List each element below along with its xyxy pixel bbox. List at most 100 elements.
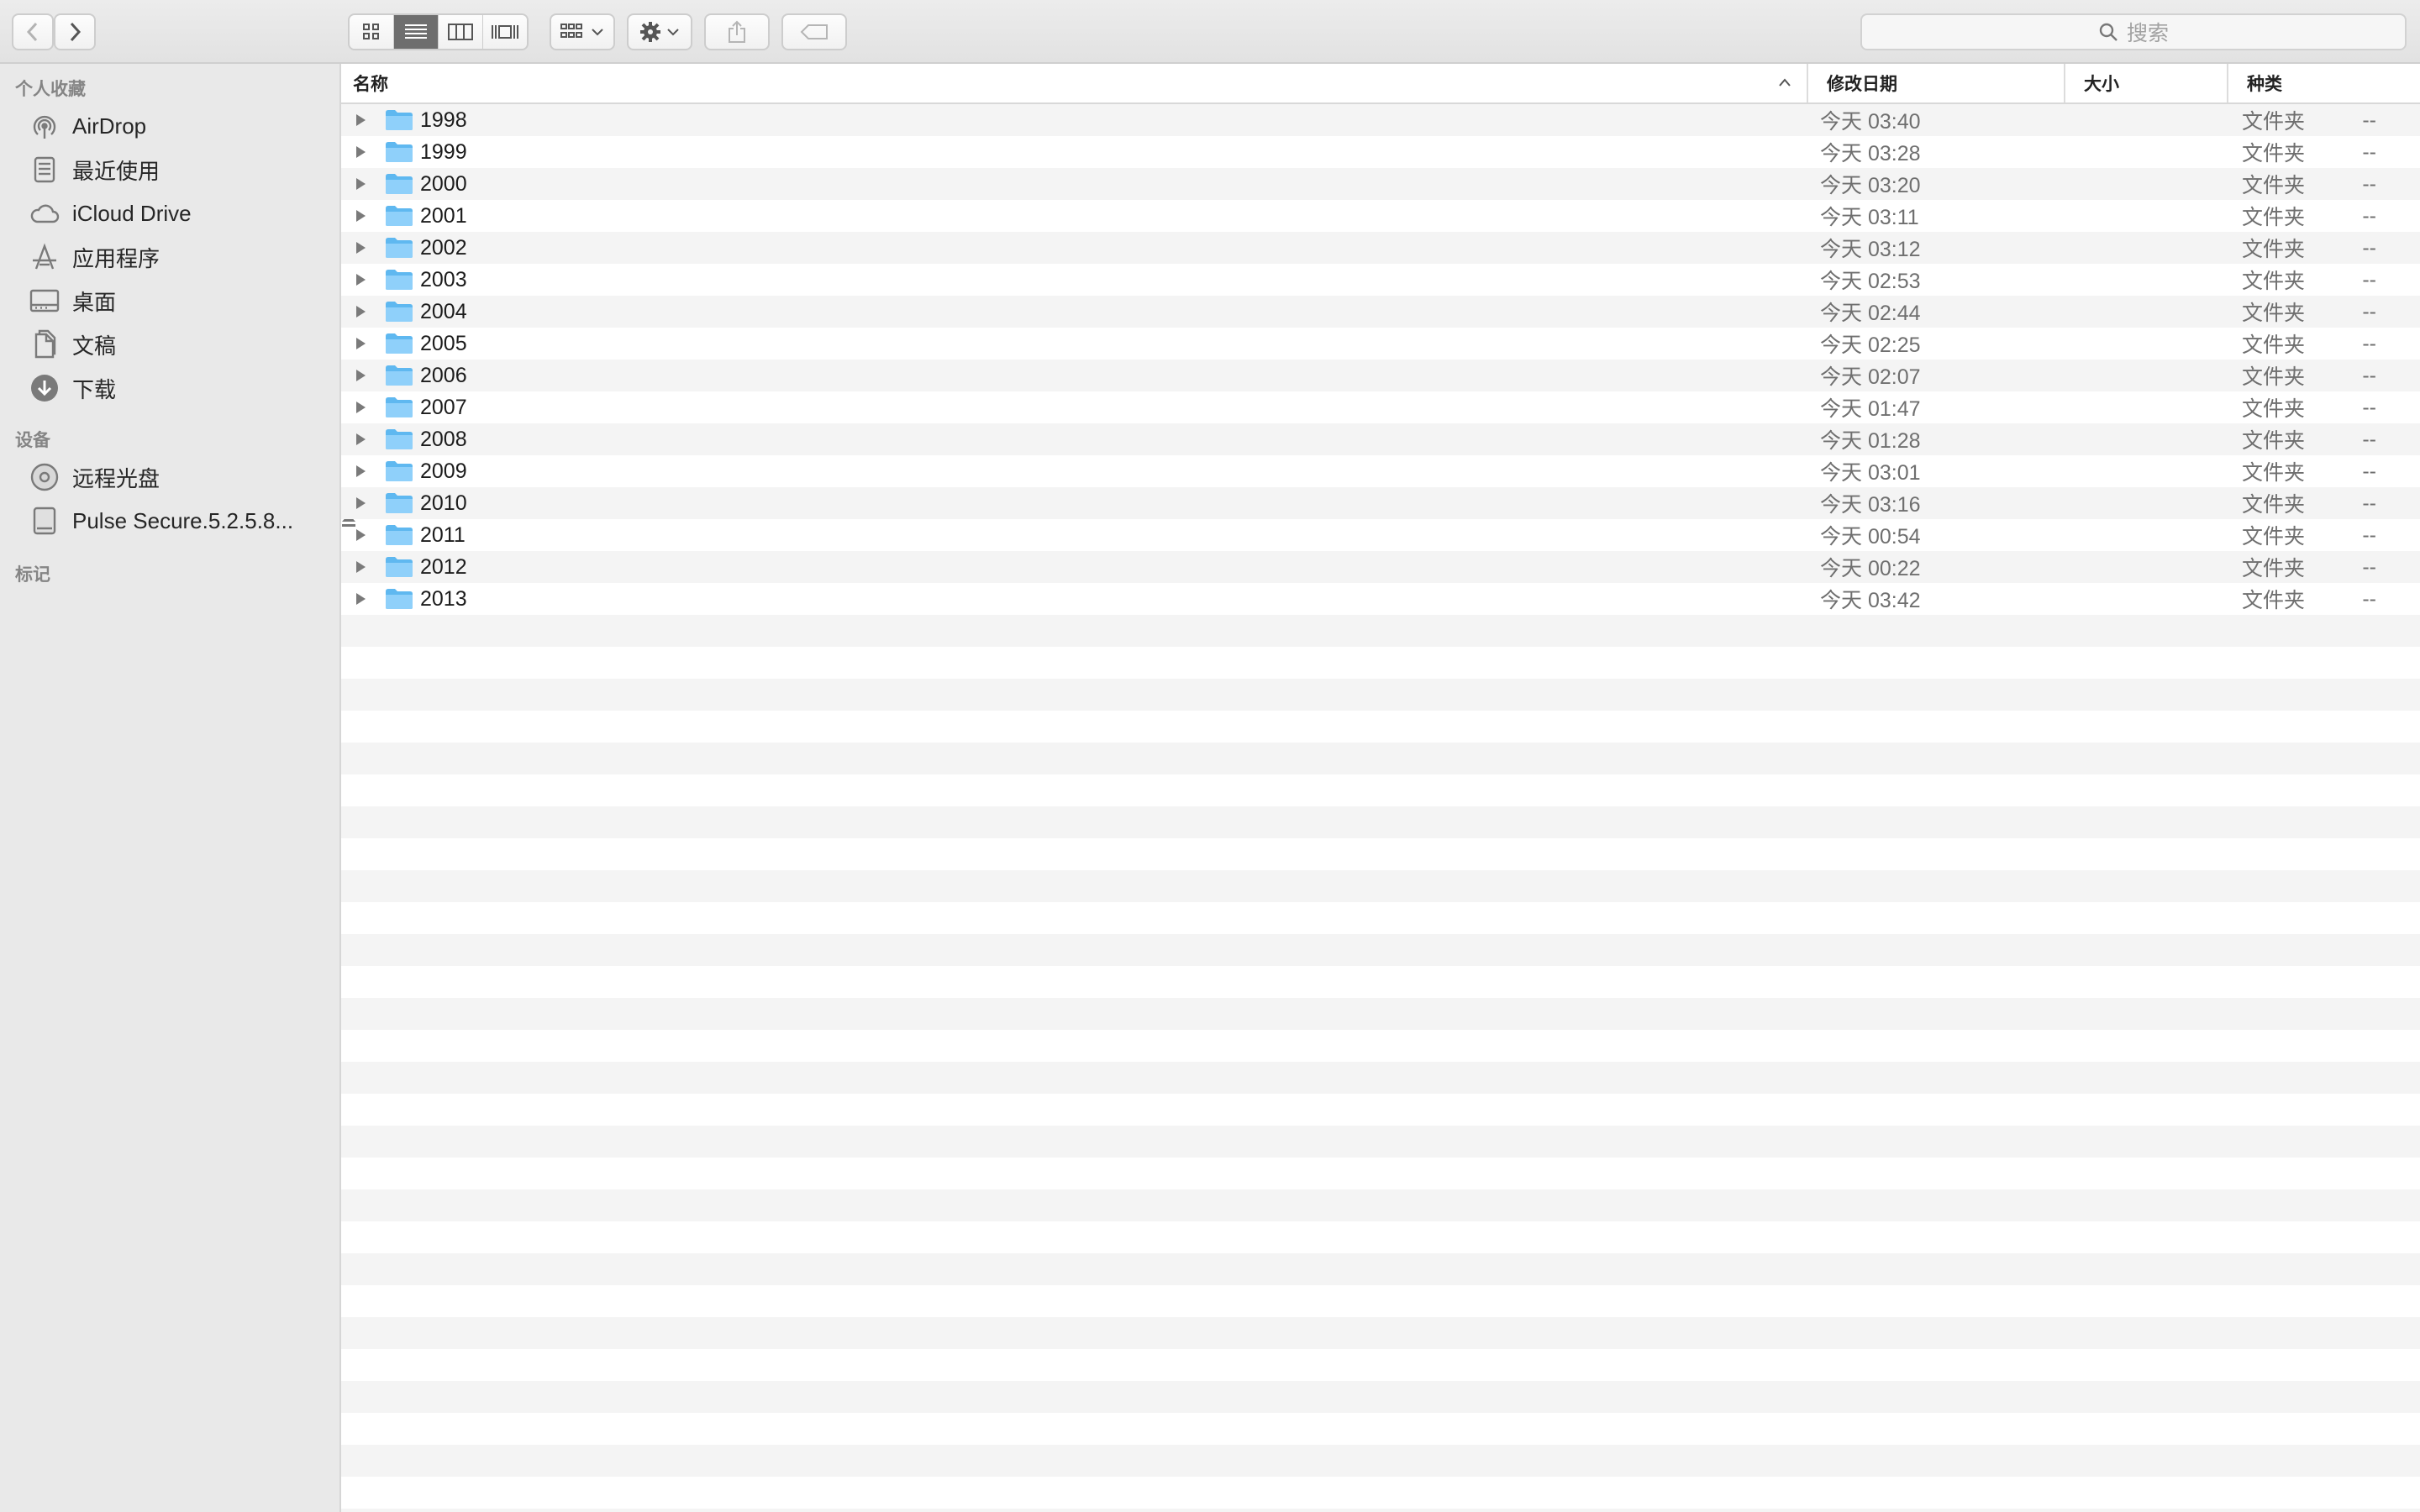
group-button[interactable] (550, 13, 615, 50)
file-list: 1998 今天 03:40 -- 文件夹 1999 今天 03:28 -- 文件夹 2000 今天… (341, 104, 2420, 1512)
file-row[interactable]: 2001 今天 03:11 -- 文件夹 (341, 200, 2420, 232)
forward-button[interactable] (54, 13, 96, 50)
file-name: 2002 (420, 235, 467, 260)
devices-section-title: 设备 (15, 431, 50, 450)
search-icon (2099, 23, 2118, 41)
disclosure-triangle-icon[interactable] (355, 232, 366, 264)
file-row[interactable]: 2011 今天 00:54 -- 文件夹 (341, 519, 2420, 551)
search-field[interactable]: 搜索 (1860, 13, 2407, 50)
empty-row (341, 1349, 2420, 1381)
file-name: 2013 (420, 586, 467, 611)
disc-icon (29, 461, 60, 493)
share-icon (729, 20, 745, 43)
sidebar-item-documents[interactable]: 文稿 (29, 324, 331, 365)
gallery-view-button[interactable] (483, 15, 527, 49)
empty-row (341, 1062, 2420, 1094)
file-date: 今天 03:20 (1820, 174, 1921, 197)
sidebar-item-desktop[interactable]: 桌面 (29, 281, 331, 321)
empty-row (341, 647, 2420, 679)
file-date: 今天 03:28 (1820, 142, 1921, 165)
empty-row (341, 1413, 2420, 1445)
file-row[interactable]: 2012 今天 00:22 -- 文件夹 (341, 551, 2420, 583)
tag-button[interactable] (781, 13, 847, 50)
column-header-label: 大小 (2084, 75, 2119, 94)
sidebar-item-remote-disc[interactable]: 远程光盘 (29, 457, 331, 497)
sidebar-item-applications[interactable]: 应用程序 (29, 237, 331, 277)
disclosure-triangle-icon[interactable] (355, 136, 366, 168)
empty-row (341, 1221, 2420, 1253)
disclosure-triangle-icon[interactable] (355, 455, 366, 487)
sidebar-item-pulse-secure[interactable]: Pulse Secure.5.2.5.8... (29, 501, 355, 541)
file-row[interactable]: 2009 今天 03:01 -- 文件夹 (341, 455, 2420, 487)
disclosure-triangle-icon[interactable] (355, 519, 366, 551)
disclosure-triangle-icon[interactable] (355, 168, 366, 200)
disclosure-triangle-icon[interactable] (355, 296, 366, 328)
sidebar-item-airdrop[interactable]: AirDrop (29, 106, 331, 146)
file-row[interactable]: 1998 今天 03:40 -- 文件夹 (341, 104, 2420, 136)
file-kind: 文件夹 (2242, 397, 2306, 421)
disclosure-triangle-icon[interactable] (355, 328, 366, 360)
file-date: 今天 00:22 (1820, 557, 1921, 580)
disclosure-triangle-icon[interactable] (355, 264, 366, 296)
disclosure-triangle-icon[interactable] (355, 423, 366, 455)
column-view-icon (448, 24, 473, 40)
file-date: 今天 03:40 (1820, 110, 1921, 134)
drive-icon (29, 505, 60, 537)
file-row[interactable]: 2002 今天 03:12 -- 文件夹 (341, 232, 2420, 264)
desktop-icon (29, 285, 60, 317)
column-header-kind[interactable]: 种类 (2227, 64, 2420, 102)
file-name: 2012 (420, 554, 467, 579)
sidebar-item-downloads[interactable]: 下载 (29, 368, 331, 408)
file-row[interactable]: 2007 今天 01:47 -- 文件夹 (341, 391, 2420, 423)
column-header-name[interactable]: 名称 (353, 64, 1807, 102)
column-header-size[interactable]: 大小 (2064, 64, 2228, 102)
folder-icon (385, 455, 413, 487)
sidebar-item-label: 下载 (72, 376, 117, 402)
file-row[interactable]: 2013 今天 03:42 -- 文件夹 (341, 583, 2420, 615)
empty-row (341, 711, 2420, 743)
file-row[interactable]: 2004 今天 02:44 -- 文件夹 (341, 296, 2420, 328)
share-button[interactable] (704, 13, 770, 50)
file-name: 1998 (420, 108, 467, 132)
file-name: 2008 (420, 427, 467, 451)
disclosure-triangle-icon[interactable] (355, 391, 366, 423)
sidebar-item-recents[interactable]: 最近使用 (29, 150, 331, 190)
disclosure-triangle-icon[interactable] (355, 583, 366, 615)
file-date: 今天 01:47 (1820, 397, 1921, 421)
icon-view-button[interactable] (350, 15, 394, 49)
back-button[interactable] (12, 13, 54, 50)
file-name: 2004 (420, 299, 467, 323)
file-kind: 文件夹 (2242, 525, 2306, 549)
list-view-button[interactable] (394, 15, 439, 49)
folder-icon (385, 136, 413, 168)
file-name: 2006 (420, 363, 467, 387)
column-view-button[interactable] (439, 15, 483, 49)
file-kind: 文件夹 (2242, 302, 2306, 325)
disclosure-triangle-icon[interactable] (355, 200, 366, 232)
disclosure-triangle-icon[interactable] (355, 551, 366, 583)
file-kind: 文件夹 (2242, 238, 2306, 261)
file-date: 今天 03:16 (1820, 493, 1921, 517)
file-row[interactable]: 2008 今天 01:28 -- 文件夹 (341, 423, 2420, 455)
file-kind: 文件夹 (2242, 142, 2306, 165)
file-row[interactable]: 1999 今天 03:28 -- 文件夹 (341, 136, 2420, 168)
file-row[interactable]: 2000 今天 03:20 -- 文件夹 (341, 168, 2420, 200)
file-kind: 文件夹 (2242, 110, 2306, 134)
action-menu-button[interactable] (627, 13, 692, 50)
file-row[interactable]: 2005 今天 02:25 -- 文件夹 (341, 328, 2420, 360)
chevron-down-icon (592, 29, 603, 36)
empty-row (341, 1030, 2420, 1062)
column-header-label: 修改日期 (1827, 75, 1897, 94)
file-row[interactable]: 2010 今天 03:16 -- 文件夹 (341, 487, 2420, 519)
disclosure-triangle-icon[interactable] (355, 360, 366, 391)
file-row[interactable]: 2006 今天 02:07 -- 文件夹 (341, 360, 2420, 391)
disclosure-triangle-icon[interactable] (355, 104, 366, 136)
sidebar-item-icloud-drive[interactable]: iCloud Drive (29, 193, 331, 234)
disclosure-triangle-icon[interactable] (355, 487, 366, 519)
sidebar-item-label: iCloud Drive (72, 200, 192, 226)
empty-row (341, 870, 2420, 902)
gear-icon (640, 22, 660, 42)
empty-row (341, 1158, 2420, 1189)
file-kind: 文件夹 (2242, 429, 2306, 453)
file-row[interactable]: 2003 今天 02:53 -- 文件夹 (341, 264, 2420, 296)
